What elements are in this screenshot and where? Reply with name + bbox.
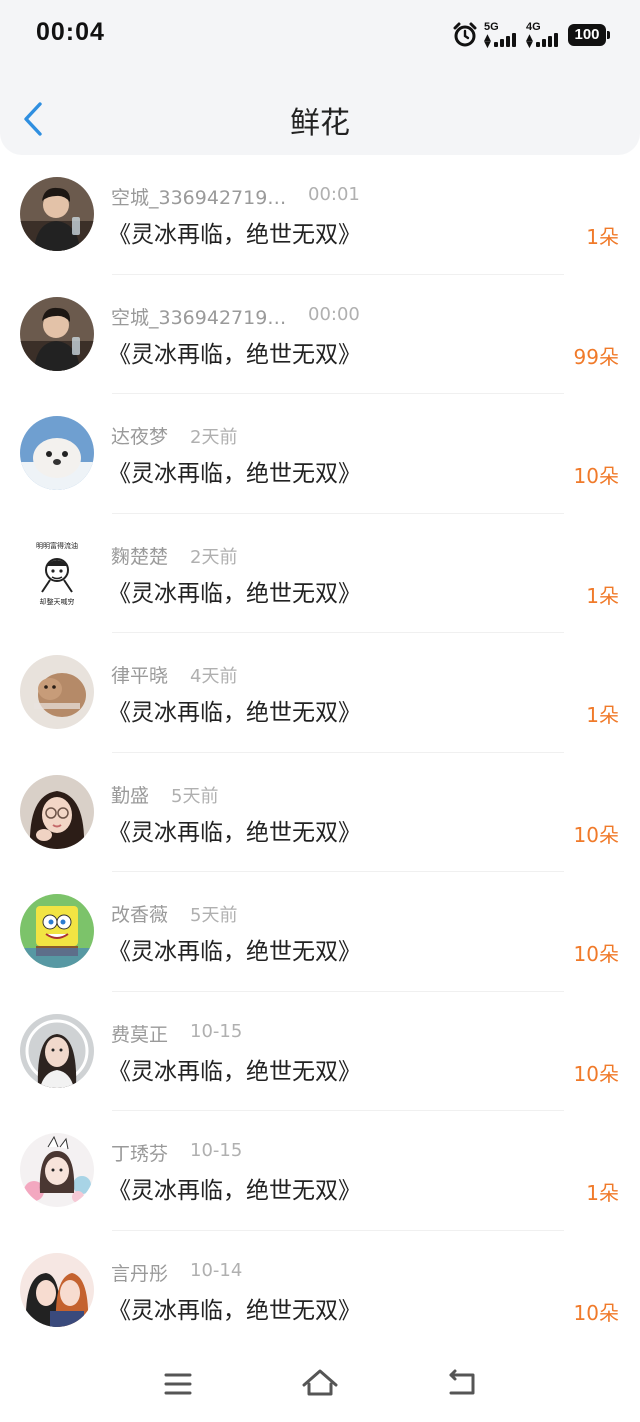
book-title: 《灵冰再临，绝世无双》 (108, 1297, 361, 1324)
flower-count: 99朵 (573, 344, 619, 369)
user-name: 改香薇 (111, 904, 169, 926)
list-item[interactable]: 明明富得流油 却整天喊穷 麴楚楚 2天前《灵冰再临，绝世无双》 1朵 (0, 514, 640, 633)
book-title: 《灵冰再临，绝世无双》 (108, 341, 361, 368)
network-label-4g: 4G (526, 21, 541, 33)
data-arrows-icon: ▲ ▼ (526, 33, 533, 50)
flower-count: 10朵 (573, 464, 619, 488)
book-title: 《灵冰再临，绝世无双》 (108, 700, 361, 726)
system-nav-bar (0, 1346, 640, 1422)
data-arrows-icon: ▲ ▼ (484, 33, 491, 50)
avatar[interactable] (20, 1133, 94, 1207)
book-title: 《灵冰再临，绝世无双》 (108, 1178, 361, 1204)
user-name: 律平晓 (111, 665, 169, 687)
avatar[interactable]: 明明富得流油 却整天喊穷 (20, 535, 94, 610)
list-item[interactable]: 丁琇芬 10-15 《灵冰再临，绝世无双》 1朵 (0, 1111, 640, 1231)
network-label-5g: 5G (484, 21, 499, 33)
timestamp: 00:00 (308, 303, 360, 325)
list-item[interactable]: 勤盛 5天前《灵冰再临，绝世无双》 10朵 (0, 753, 640, 872)
list-item[interactable]: 达夜梦 2天前《灵冰再临，绝世无双》 10朵 (0, 394, 640, 514)
user-name: 达夜梦 (111, 426, 169, 448)
signal-5g-icon: 5G ▲ ▼ (484, 21, 520, 50)
list-item[interactable]: 言丹彤 10-14 《灵冰再临，绝世无双》 10朵 (0, 1231, 640, 1350)
list-item[interactable]: 空城_336942719… 00:01 《灵冰再临，绝世无双》 1朵 (0, 155, 640, 275)
meme-text-top: 明明富得流油 (36, 541, 78, 550)
status-icons: 5G ▲ ▼ 4G ▲ ▼ 100 (452, 20, 610, 50)
list-item[interactable]: 律平晓 4天前《灵冰再临，绝世无双》 1朵 (0, 633, 640, 753)
signal-bars-icon (536, 33, 558, 47)
page-title: 鲜花 (290, 106, 350, 141)
flower-count: 1朵 (586, 583, 619, 608)
alarm-icon (453, 22, 477, 47)
timestamp: 10-14 (190, 1259, 243, 1281)
avatar[interactable] (20, 1013, 94, 1088)
home-icon[interactable] (300, 1364, 340, 1404)
flower-list: 空城_336942719… 00:01 《灵冰再临，绝世无双》 1朵 空城_33694… (0, 155, 640, 1350)
user-name: 费莫正 (111, 1023, 169, 1046)
list-item[interactable]: 改香薇 5天前《灵冰再临，绝世无双》 10朵 (0, 872, 640, 992)
timestamp: 2天前 (190, 546, 238, 568)
flower-count: 10朵 (573, 1300, 619, 1325)
status-time: 00:04 (36, 18, 105, 46)
list-item[interactable]: 费莫正 10-15 《灵冰再临，绝世无双》 10朵 (0, 992, 640, 1111)
flower-count: 10朵 (573, 1061, 619, 1086)
menu-icon[interactable] (158, 1364, 198, 1404)
book-title: 《灵冰再临，绝世无双》 (108, 222, 361, 248)
user-name: 言丹彤 (111, 1262, 169, 1285)
meme-text-bottom: 却整天喊穷 (40, 597, 75, 606)
header: 鲜花 (0, 82, 640, 158)
timestamp: 5天前 (171, 785, 219, 807)
user-name: 丁琇芬 (111, 1143, 169, 1165)
timestamp: 10-15 (190, 1020, 243, 1042)
user-name: 勤盛 (111, 784, 150, 807)
book-title: 《灵冰再临，绝世无双》 (108, 461, 361, 487)
avatar[interactable] (20, 1252, 94, 1327)
avatar[interactable] (20, 416, 94, 490)
battery-icon: 100 (568, 24, 610, 46)
avatar[interactable] (20, 177, 94, 251)
book-title: 《灵冰再临，绝世无双》 (108, 1058, 361, 1085)
screen: 00:04 5G ▲ ▼ 4G ▲ ▼ 100 鲜花 空城_336942719…… (0, 0, 640, 1422)
user-name: 麴楚楚 (111, 545, 169, 568)
timestamp: 10-15 (190, 1140, 243, 1161)
flower-count: 1朵 (586, 703, 619, 727)
avatar[interactable] (20, 296, 94, 371)
avatar[interactable] (20, 655, 94, 729)
flower-count: 10朵 (573, 942, 619, 966)
flower-count: 1朵 (586, 1181, 619, 1205)
signal-bars-icon (494, 33, 516, 47)
avatar[interactable] (20, 894, 94, 968)
book-title: 《灵冰再临，绝世无双》 (108, 580, 361, 607)
status-bar: 00:04 5G ▲ ▼ 4G ▲ ▼ 100 (0, 0, 640, 70)
back-icon[interactable] (442, 1364, 482, 1404)
flower-count: 1朵 (586, 225, 619, 249)
timestamp: 4天前 (190, 666, 238, 687)
timestamp: 5天前 (190, 905, 238, 926)
book-title: 《灵冰再临，绝世无双》 (108, 819, 361, 846)
book-title: 《灵冰再临，绝世无双》 (108, 939, 361, 965)
signal-4g-icon: 4G ▲ ▼ (526, 21, 562, 50)
avatar[interactable] (20, 774, 94, 849)
timestamp: 2天前 (190, 427, 238, 448)
flower-count: 10朵 (573, 822, 619, 847)
top-area: 00:04 5G ▲ ▼ 4G ▲ ▼ 100 鲜花 (0, 0, 640, 155)
timestamp: 00:01 (308, 184, 360, 205)
user-name: 空城_336942719… (111, 187, 287, 209)
user-name: 空城_336942719… (111, 306, 287, 329)
list-item[interactable]: 空城_336942719… 00:00 《灵冰再临，绝世无双》 99朵 (0, 275, 640, 394)
